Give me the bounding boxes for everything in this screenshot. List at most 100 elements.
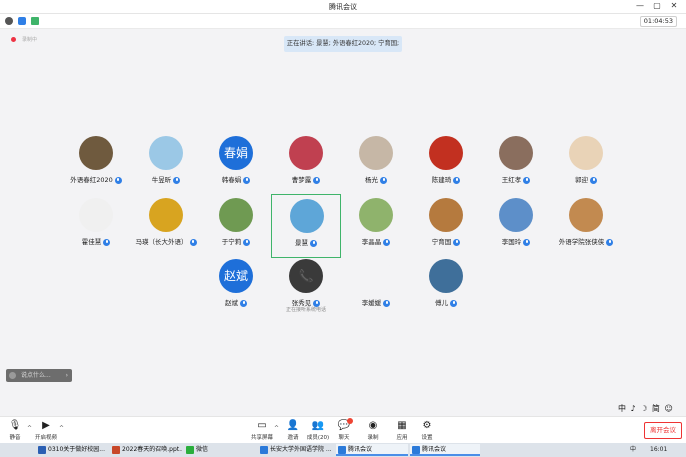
invite-button[interactable]: 👤 邀请 bbox=[280, 419, 306, 441]
participant-tile[interactable]: 景慧 bbox=[271, 194, 341, 258]
participant-tile[interactable]: 牛昱昕 bbox=[131, 132, 201, 196]
participant-name: 王红孝 bbox=[501, 176, 522, 184]
participant-name-line: 李晶晶 bbox=[341, 236, 411, 246]
members-button[interactable]: 👥 成员(20) bbox=[305, 419, 331, 441]
mute-button[interactable]: 🎙 静音 bbox=[2, 419, 28, 441]
participant-tile[interactable]: 李媛媛 bbox=[341, 255, 411, 319]
users-icon: 👥 bbox=[311, 420, 325, 431]
video-button[interactable]: ▶ 开启视频 bbox=[33, 419, 59, 441]
apps-grid-icon: ▦ bbox=[397, 420, 407, 431]
microphone-icon bbox=[380, 176, 387, 184]
shield-icon[interactable] bbox=[18, 17, 26, 25]
microphone-icon bbox=[240, 299, 247, 307]
settings-label: 设置 bbox=[421, 435, 433, 441]
app-icon bbox=[38, 446, 46, 454]
microphone-icon bbox=[523, 238, 531, 246]
participant-name: 韩春娟 bbox=[221, 176, 242, 184]
minimize-button[interactable]: — bbox=[634, 1, 646, 10]
participant-tile[interactable]: 李晶晶 bbox=[341, 194, 411, 258]
avatar bbox=[359, 136, 393, 170]
chevron-up-icon[interactable]: ^ bbox=[59, 425, 64, 432]
recording-status: 录制中 bbox=[22, 37, 38, 43]
microphone-icon bbox=[450, 299, 457, 307]
share-label: 共享屏幕 bbox=[250, 435, 273, 441]
chevron-up-icon[interactable]: ^ bbox=[274, 425, 279, 432]
participant-tile[interactable]: 傅儿 bbox=[411, 255, 481, 319]
participant-name: 杨光 bbox=[365, 176, 378, 184]
share-screen-button[interactable]: ▭ 共享屏幕 bbox=[249, 419, 275, 441]
participant-tile[interactable]: 陈建琦 bbox=[411, 132, 481, 196]
taskbar-item[interactable]: 0310关于做好校园... bbox=[36, 444, 108, 456]
chat-input[interactable]: 说点什么... › bbox=[6, 369, 72, 382]
emoji-icon[interactable] bbox=[9, 372, 16, 379]
participant-tile[interactable]: 于宁莉 bbox=[201, 194, 271, 258]
participant-tile[interactable]: 郭迎 bbox=[551, 132, 621, 196]
participant-name: 赵斌 bbox=[225, 299, 238, 307]
chevron-up-icon[interactable]: ^ bbox=[27, 425, 32, 432]
speaking-banner: 正在讲话: 景慧; 外语春红2020; 宁育国; bbox=[284, 36, 402, 52]
leave-meeting-button[interactable]: 离开会议 bbox=[644, 422, 682, 439]
participant-name-line: 郭迎 bbox=[551, 174, 621, 184]
participant-name-line: 马瑛（长大外语） bbox=[131, 236, 201, 246]
taskbar-item[interactable]: 2022春天的召唤.ppt... bbox=[110, 444, 182, 456]
participant-name: 宁育国 bbox=[431, 238, 452, 246]
taskbar-item[interactable]: 腾讯会议 bbox=[336, 444, 408, 456]
record-button[interactable]: ◉ 录制 bbox=[360, 419, 386, 441]
signal-icon[interactable] bbox=[31, 17, 39, 25]
mute-label: 静音 bbox=[9, 435, 21, 441]
window-titlebar: 腾讯会议 — ▢ ✕ bbox=[0, 0, 686, 14]
participant-name: 牛昱昕 bbox=[151, 176, 172, 184]
participant-tile[interactable]: 马瑛（长大外语） bbox=[131, 194, 201, 258]
apps-button[interactable]: ▦ 应用 bbox=[389, 419, 415, 441]
meeting-toolbar: 🎙 静音 ^ ▶ 开启视频 ^ ▭ 共享屏幕 ^ 👤 邀请 👥 成员(20) 💬… bbox=[0, 416, 686, 444]
participant-name: 郭迎 bbox=[575, 176, 588, 184]
taskbar-item[interactable]: 腾讯会议 bbox=[410, 444, 480, 456]
microphone-icon bbox=[103, 238, 111, 246]
info-icon[interactable] bbox=[5, 17, 13, 25]
app-icon bbox=[260, 446, 268, 454]
screen-share-icon: ▭ bbox=[257, 420, 267, 431]
participant-name: 景慧 bbox=[295, 239, 308, 247]
participant-tile[interactable]: 霍佳慧 bbox=[61, 194, 131, 258]
avatar: 春娟 bbox=[219, 136, 253, 170]
microphone-icon bbox=[383, 238, 391, 246]
taskbar-item-label: 腾讯会议 bbox=[422, 446, 447, 453]
taskbar-item[interactable]: 长安大学外国语学院 ... bbox=[258, 444, 334, 456]
participant-tile[interactable]: 外语春红2020 bbox=[61, 132, 131, 196]
participant-tile[interactable]: 春娟 韩春娟 bbox=[201, 132, 271, 196]
taskbar-item[interactable]: 微信 bbox=[184, 444, 254, 456]
participant-tile[interactable]: 赵斌 赵斌 bbox=[201, 255, 271, 319]
maximize-button[interactable]: ▢ bbox=[651, 1, 663, 10]
participant-tile[interactable]: 曹梦露 bbox=[271, 132, 341, 196]
participant-tile[interactable]: 外语学院张侠侠 bbox=[551, 194, 621, 258]
avatar bbox=[289, 136, 323, 170]
participant-tile[interactable]: 杨光 bbox=[341, 132, 411, 196]
participant-tile[interactable]: 宁育国 bbox=[411, 194, 481, 258]
apps-label: 应用 bbox=[396, 435, 408, 441]
avatar bbox=[429, 198, 463, 232]
avatar: 📞 bbox=[289, 259, 323, 293]
participant-tile[interactable]: 📞 张秀见 正在接听系统电话 bbox=[271, 255, 341, 319]
settings-button[interactable]: ⚙ 设置 bbox=[414, 419, 440, 441]
avatar bbox=[499, 136, 533, 170]
microphone-icon bbox=[453, 238, 461, 246]
chat-button[interactable]: 💬 聊天 bbox=[331, 418, 357, 441]
chat-label: 聊天 bbox=[338, 435, 350, 441]
participant-name: 傅儿 bbox=[435, 299, 448, 307]
ime-language[interactable]: 中 bbox=[630, 444, 636, 456]
participant-name-line: 李国玲 bbox=[481, 236, 551, 246]
microphone-icon bbox=[114, 176, 122, 184]
avatar bbox=[79, 198, 113, 232]
avatar bbox=[359, 198, 393, 232]
recording-icon bbox=[11, 37, 16, 42]
participant-tile[interactable]: 李国玲 bbox=[481, 194, 551, 258]
chevron-right-icon[interactable]: › bbox=[66, 369, 68, 382]
avatar bbox=[569, 136, 603, 170]
ime-toolbar[interactable]: 中 ♪ ☽ 简 ☺ bbox=[618, 403, 686, 415]
microphone-icon: 🎙 bbox=[8, 420, 22, 431]
microphone-icon bbox=[173, 176, 181, 184]
close-button[interactable]: ✕ bbox=[668, 1, 680, 10]
microphone-icon bbox=[606, 238, 614, 246]
microphone-icon bbox=[189, 238, 197, 246]
participant-tile[interactable]: 王红孝 bbox=[481, 132, 551, 196]
